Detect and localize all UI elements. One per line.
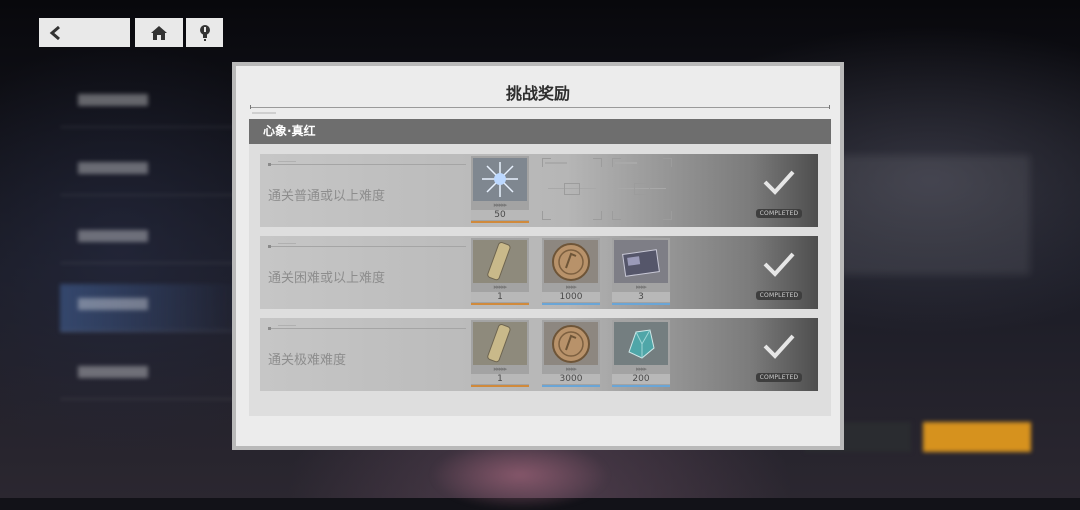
completed-label: COMPLETED	[755, 373, 803, 382]
background-character	[430, 440, 610, 510]
golden-scroll-icon	[473, 240, 527, 283]
checkmark-icon	[754, 332, 804, 364]
reward-quantity: 1000	[542, 292, 600, 302]
hint-bulb-icon	[199, 24, 211, 42]
home-button[interactable]	[135, 18, 183, 47]
background-stage-item	[60, 80, 240, 128]
completed-indicator: COMPLETED	[754, 332, 804, 383]
reward-section: 心象·真红 通关普通或以上难度 ▸▸▸▸▸ 50 COMPLETED 通关困难或…	[249, 119, 831, 416]
reward-quantity: 3	[612, 292, 670, 302]
section-title: 心象·真红	[249, 119, 831, 144]
crystal-shard-icon	[473, 158, 527, 201]
background-info-panel	[840, 155, 1030, 275]
reward-quantity: 50	[471, 210, 529, 220]
reward-row: 通关极难难度 ▸▸▸▸▸ 1 ▸▸▸▸ 3000 ▸▸▸▸ 200 COMPLE…	[260, 318, 818, 391]
coin-icon	[544, 240, 598, 283]
checkmark-icon	[754, 168, 804, 200]
background-stage-item	[60, 216, 240, 264]
row-condition-label: 通关普通或以上难度	[268, 189, 386, 204]
row-condition-label: 通关极难难度	[268, 353, 347, 368]
reward-quantity: 1	[471, 292, 529, 302]
back-button[interactable]	[39, 18, 130, 47]
coin-icon	[544, 322, 598, 365]
back-arrow-icon	[49, 25, 61, 40]
row-decoration	[268, 325, 466, 330]
reward-item[interactable]: ▸▸▸▸▸ 1	[471, 320, 529, 387]
rarity-stars: ▸▸▸▸▸	[493, 201, 508, 209]
rarity-stars: ▸▸▸▸▸	[493, 283, 508, 291]
background-button-orange	[923, 422, 1031, 452]
completed-indicator: COMPLETED	[754, 168, 804, 219]
background-stage-item	[60, 284, 240, 332]
row-decoration	[268, 243, 466, 248]
reward-item[interactable]: ▸▸▸▸ 3000	[542, 320, 600, 387]
reward-row: 通关普通或以上难度 ▸▸▸▸▸ 50 COMPLETED	[260, 154, 818, 227]
rarity-stars: ▸▸▸▸	[635, 283, 647, 291]
hint-button[interactable]	[186, 18, 223, 47]
reward-row: 通关困难或以上难度 ▸▸▸▸▸ 1 ▸▸▸▸ 1000 ▸▸▸▸ 3 COMPL…	[260, 236, 818, 309]
home-icon	[150, 25, 168, 41]
reward-quantity: 200	[612, 374, 670, 384]
background-stage-list	[60, 80, 240, 420]
cyan-gem-icon	[614, 322, 668, 365]
golden-scroll-icon	[473, 322, 527, 365]
reward-quantity: 3000	[542, 374, 600, 384]
reward-quantity: 1	[471, 374, 529, 384]
reward-item[interactable]: ▸▸▸▸ 200	[612, 320, 670, 387]
rarity-stars: ▸▸▸▸	[565, 283, 577, 291]
challenge-rewards-modal: 挑战奖励 心象·真红 通关普通或以上难度 ▸▸▸▸▸ 50 COMPLETED …	[232, 62, 844, 450]
background-stage-item	[60, 352, 240, 400]
rarity-stars: ▸▸▸▸	[635, 365, 647, 373]
reward-item[interactable]: ▸▸▸▸▸ 1	[471, 238, 529, 305]
empty-reward-slot	[542, 158, 602, 220]
checkmark-icon	[754, 250, 804, 282]
rarity-stars: ▸▸▸▸	[565, 365, 577, 373]
reward-item[interactable]: ▸▸▸▸ 1000	[542, 238, 600, 305]
memory-card-icon	[614, 240, 668, 283]
row-decoration	[268, 161, 466, 166]
background-stage-item	[60, 148, 240, 196]
row-condition-label: 通关困难或以上难度	[268, 271, 386, 286]
completed-label: COMPLETED	[755, 291, 803, 300]
completed-label: COMPLETED	[755, 209, 803, 218]
rarity-stars: ▸▸▸▸▸	[493, 365, 508, 373]
reward-item[interactable]: ▸▸▸▸ 3	[612, 238, 670, 305]
empty-reward-slot	[612, 158, 672, 220]
reward-item[interactable]: ▸▸▸▸▸ 50	[471, 156, 529, 223]
modal-title: 挑战奖励	[505, 84, 570, 103]
completed-indicator: COMPLETED	[754, 250, 804, 301]
title-divider	[250, 105, 830, 114]
